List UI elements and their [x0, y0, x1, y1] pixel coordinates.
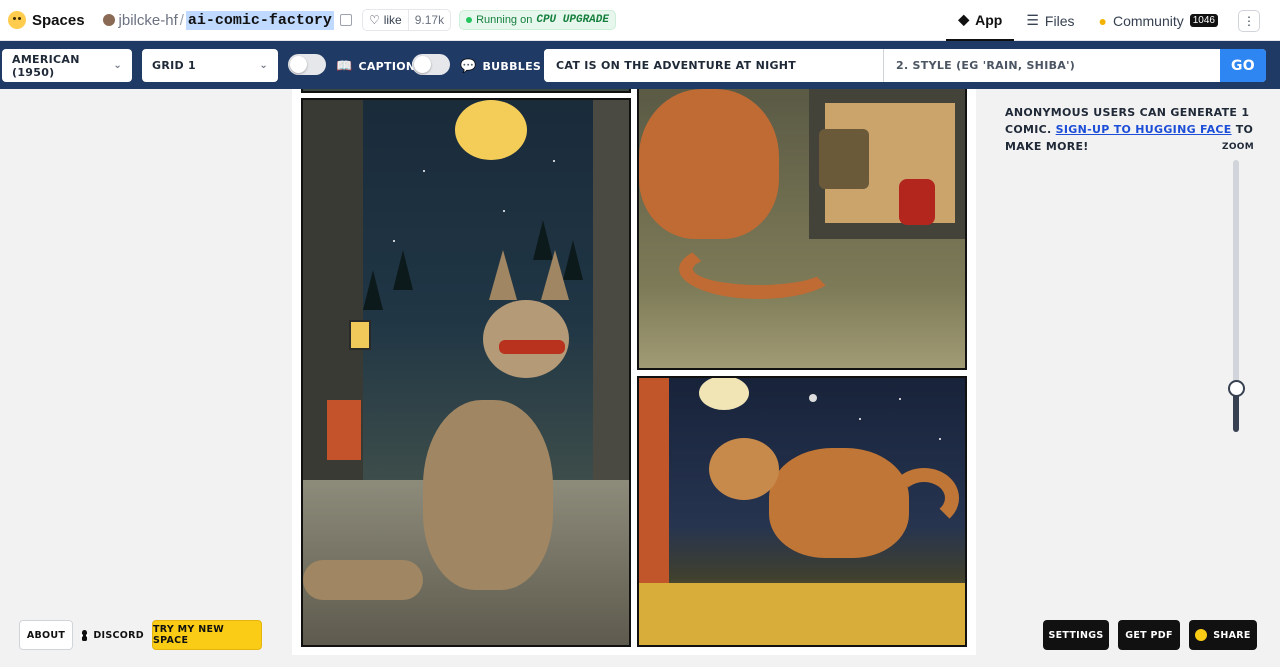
lantern-shape — [349, 320, 371, 350]
like-button[interactable]: ♡ like 9.17k — [361, 9, 452, 31]
captions-toggle[interactable] — [288, 54, 326, 75]
bubbles-label: 💬 Bubbles — [460, 59, 541, 74]
space-nav: ◆ App ☰ Files ● Community 1046 ⋮ — [946, 0, 1280, 41]
cat-tail-shape — [679, 239, 839, 299]
heart-icon: ♡ — [368, 13, 380, 27]
tab-app[interactable]: ◆ App — [946, 0, 1015, 41]
tab-app-label: App — [975, 11, 1003, 28]
spaces-logo[interactable]: Spaces — [8, 11, 85, 29]
get-pdf-button[interactable]: Get PDF — [1118, 620, 1180, 650]
hugging-face-icon — [8, 11, 26, 29]
community-count-badge: 1046 — [1189, 14, 1218, 27]
share-label: Share — [1213, 629, 1251, 641]
breadcrumb-separator: / — [179, 11, 184, 29]
tab-community[interactable]: ● Community 1046 — [1086, 0, 1230, 41]
discord-icon — [80, 629, 90, 641]
like-label: like — [383, 13, 402, 27]
settings-button[interactable]: Settings — [1043, 620, 1109, 650]
chevron-down-icon: ⌄ — [259, 60, 268, 71]
small-cat-red-shirt — [899, 179, 935, 225]
style-preset-select[interactable]: American (1950) ⌄ — [2, 49, 132, 82]
status-prefix: Running on — [476, 14, 533, 26]
about-button[interactable]: About — [19, 620, 73, 650]
cat-body-shape — [639, 89, 779, 239]
go-button[interactable]: GO — [1220, 49, 1266, 82]
layout-select[interactable]: Grid 1 ⌄ — [142, 49, 278, 82]
book-icon: 📖 — [336, 59, 353, 74]
captions-label: 📖 Captions — [336, 59, 424, 74]
bag-shape — [819, 129, 869, 189]
story-prompt-input[interactable] — [544, 49, 883, 82]
layout-value: Grid 1 — [152, 59, 197, 72]
like-count: 9.17k — [407, 10, 450, 30]
more-options-icon[interactable]: ⋮ — [1238, 9, 1260, 32]
cat-head-shape — [709, 438, 779, 500]
tab-files[interactable]: ☰ Files — [1014, 0, 1086, 41]
cat-tail-shape — [889, 468, 959, 528]
door-shape — [327, 400, 361, 460]
style-prompt-input[interactable] — [883, 49, 1220, 82]
share-button[interactable]: Share — [1189, 620, 1257, 650]
bubbles-toggle[interactable] — [412, 54, 450, 75]
comic-panel-previous — [301, 89, 631, 93]
signup-link[interactable]: Sign-up to Hugging Face — [1056, 123, 1232, 136]
zoom-slider-handle[interactable] — [1228, 380, 1245, 397]
discord-button[interactable]: Discord — [80, 620, 144, 650]
bubbles-text: Bubbles — [482, 60, 542, 73]
cat-head-shape — [483, 300, 569, 378]
tab-community-label: Community — [1112, 12, 1184, 29]
try-new-space-button[interactable]: Try my new space — [152, 620, 262, 650]
moon-shape — [455, 100, 527, 160]
files-icon: ☰ — [1026, 12, 1039, 28]
breadcrumb: jbilcke-hf / ai-comic-factory — [102, 10, 352, 30]
zoom-label: ZOOM — [1222, 142, 1254, 152]
comic-panel-3 — [637, 376, 967, 647]
tab-files-label: Files — [1044, 12, 1075, 29]
cube-icon: ◆ — [958, 11, 970, 27]
chevron-down-icon: ⌄ — [113, 60, 122, 71]
comic-toolbar: American (1950) ⌄ Grid 1 ⌄ 📖 Captions 💬 … — [0, 41, 1280, 89]
discord-label: Discord — [93, 629, 144, 641]
style-preset-value: American (1950) — [12, 52, 80, 79]
cat-body-shape — [769, 448, 909, 558]
moon-shape — [699, 378, 749, 410]
prompt-bar: GO — [544, 49, 1266, 82]
repo-name[interactable]: ai-comic-factory — [185, 10, 334, 30]
spaces-label: Spaces — [32, 11, 85, 29]
status-dot-icon — [466, 17, 473, 23]
comic-panel-1 — [301, 98, 631, 647]
anonymous-notice: Anonymous users can generate 1 comic. Si… — [1005, 104, 1255, 155]
copy-icon[interactable] — [339, 14, 352, 26]
cat-tail-shape — [303, 560, 423, 600]
status-badge: Running on CPU UPGRADE — [459, 10, 616, 30]
tree-trunk — [639, 378, 669, 588]
avatar — [102, 14, 115, 26]
hf-header: Spaces jbilcke-hf / ai-comic-factory ♡ li… — [0, 0, 1280, 41]
cat-body-shape — [423, 400, 553, 590]
speech-bubble-icon: 💬 — [460, 59, 477, 74]
ground-shape — [639, 583, 965, 645]
comic-panel-2 — [637, 89, 967, 370]
collar-shape — [499, 340, 565, 354]
owner-link[interactable]: jbilcke-hf — [119, 12, 178, 29]
status-hardware: CPU UPGRADE — [536, 14, 609, 26]
community-icon: ● — [1098, 12, 1107, 29]
hugging-face-icon — [1195, 629, 1208, 641]
